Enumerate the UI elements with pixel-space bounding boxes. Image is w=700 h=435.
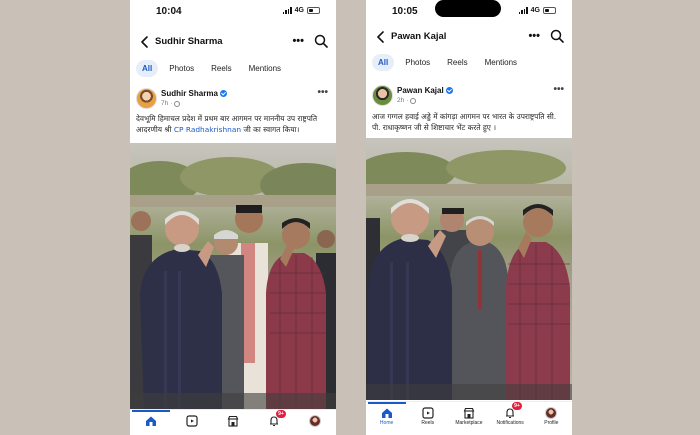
post-meta: 7h · — [161, 100, 181, 107]
verified-badge-icon — [445, 87, 453, 94]
phone-screenshot-left: 10:04 4G Sudhir Sharma ••• All Photos Re… — [130, 0, 336, 435]
network-label: 4G — [530, 7, 540, 14]
status-bar: 10:05 4G — [366, 0, 572, 26]
profile-header: Pawan Kajal ••• — [366, 26, 572, 48]
avatar[interactable] — [136, 88, 157, 109]
profile-header: Sudhir Sharma ••• — [130, 31, 336, 53]
post-caption: आज गग्गल हवाई अड्डे में कांगड़ा आगमन पर … — [372, 112, 557, 132]
back-arrow-icon[interactable] — [374, 29, 388, 45]
profile-avatar — [545, 407, 558, 419]
nav-profile-label: Profile — [544, 420, 559, 426]
nav-profile[interactable] — [295, 415, 335, 427]
nav-notifications[interactable]: 9+ — [254, 410, 294, 427]
post-header: Pawan Kajal 2h · ••• — [366, 84, 572, 108]
battery-icon — [543, 7, 556, 14]
nav-notifications[interactable]: 9+ Notifications — [490, 402, 530, 426]
post-author-name[interactable]: Sudhir Sharma — [161, 89, 218, 98]
nav-home-label: Home — [379, 420, 394, 426]
filter-tabs: All Photos Reels Mentions — [130, 58, 336, 78]
search-icon[interactable] — [550, 29, 564, 43]
dynamic-island — [435, 0, 501, 17]
photo-scene — [366, 138, 572, 400]
post-caption: देवभूमि हिमाचल प्रदेश में प्रथम बार आगमन… — [136, 113, 330, 135]
post-photo[interactable] — [130, 143, 336, 410]
back-arrow-icon[interactable] — [138, 34, 152, 50]
status-bar: 10:04 4G — [130, 0, 336, 26]
home-icon — [381, 408, 392, 418]
tab-photos[interactable]: Photos — [399, 54, 436, 71]
tab-mentions[interactable]: Mentions — [243, 60, 287, 77]
nav-home[interactable] — [131, 410, 171, 427]
reels-icon — [422, 407, 434, 419]
tab-mentions[interactable]: Mentions — [479, 54, 523, 71]
post-header: Sudhir Sharma 7h · ••• — [130, 87, 336, 111]
profile-avatar — [309, 415, 322, 427]
post-more-icon[interactable]: ••• — [553, 84, 564, 95]
filter-tabs: All Photos Reels Mentions — [366, 52, 572, 72]
avatar[interactable] — [372, 85, 393, 106]
verified-badge-icon — [219, 90, 227, 97]
status-icons: 4G — [518, 7, 556, 14]
nav-reels-label: Reels — [421, 420, 435, 426]
signal-icon — [282, 7, 292, 14]
search-icon[interactable] — [314, 34, 328, 48]
caption-text-end: जी का स्वागत किया। — [241, 125, 300, 134]
tab-reels[interactable]: Reels — [441, 54, 473, 71]
nav-reels[interactable] — [172, 415, 212, 427]
tab-photos[interactable]: Photos — [163, 60, 200, 77]
page-title: Sudhir Sharma — [155, 36, 223, 47]
post-author-name[interactable]: Pawan Kajal — [397, 86, 444, 95]
nav-marketplace-label: Marketplace — [455, 420, 483, 426]
post-photo[interactable] — [366, 138, 572, 400]
nav-reels[interactable]: Reels — [408, 407, 448, 426]
globe-icon — [410, 97, 417, 104]
post-more-icon[interactable]: ••• — [317, 87, 328, 98]
battery-icon — [307, 7, 320, 14]
notification-badge: 9+ — [276, 410, 286, 418]
marketplace-icon — [227, 415, 239, 427]
status-time: 10:04 — [156, 6, 182, 17]
tab-all[interactable]: All — [372, 53, 395, 71]
nav-marketplace[interactable] — [213, 415, 253, 427]
photo-scene — [130, 143, 336, 410]
status-icons: 4G — [282, 7, 320, 14]
more-options-icon[interactable]: ••• — [292, 36, 304, 47]
globe-icon — [174, 100, 181, 107]
notification-badge: 9+ — [512, 402, 522, 410]
phone-screenshot-right: 10:05 4G Pawan Kajal ••• All Photos Reel… — [366, 0, 572, 435]
bottom-navigation: 9+ — [130, 409, 336, 435]
post-author[interactable]: Pawan Kajal — [397, 86, 453, 95]
post-time: 7h — [161, 100, 169, 107]
bottom-navigation: Home Reels Marketplace 9+ Notifications … — [366, 401, 572, 435]
reels-icon — [186, 415, 198, 427]
tab-reels[interactable]: Reels — [205, 60, 237, 77]
nav-marketplace[interactable]: Marketplace — [449, 407, 489, 426]
nav-home[interactable]: Home — [367, 402, 407, 426]
post-time: 2h — [397, 97, 405, 104]
status-time: 10:05 — [392, 6, 418, 17]
more-options-icon[interactable]: ••• — [528, 31, 540, 42]
mention-link[interactable]: CP Radhakrishnan — [174, 125, 241, 134]
post-meta: 2h · — [397, 97, 417, 104]
page-title: Pawan Kajal — [391, 31, 447, 42]
nav-notifications-label: Notifications — [496, 420, 524, 426]
nav-profile[interactable]: Profile — [531, 407, 571, 426]
tab-all[interactable]: All — [136, 59, 159, 77]
signal-icon — [518, 7, 528, 14]
post-author[interactable]: Sudhir Sharma — [161, 89, 227, 98]
network-label: 4G — [294, 7, 304, 14]
marketplace-icon — [463, 407, 475, 419]
home-icon — [145, 416, 156, 426]
